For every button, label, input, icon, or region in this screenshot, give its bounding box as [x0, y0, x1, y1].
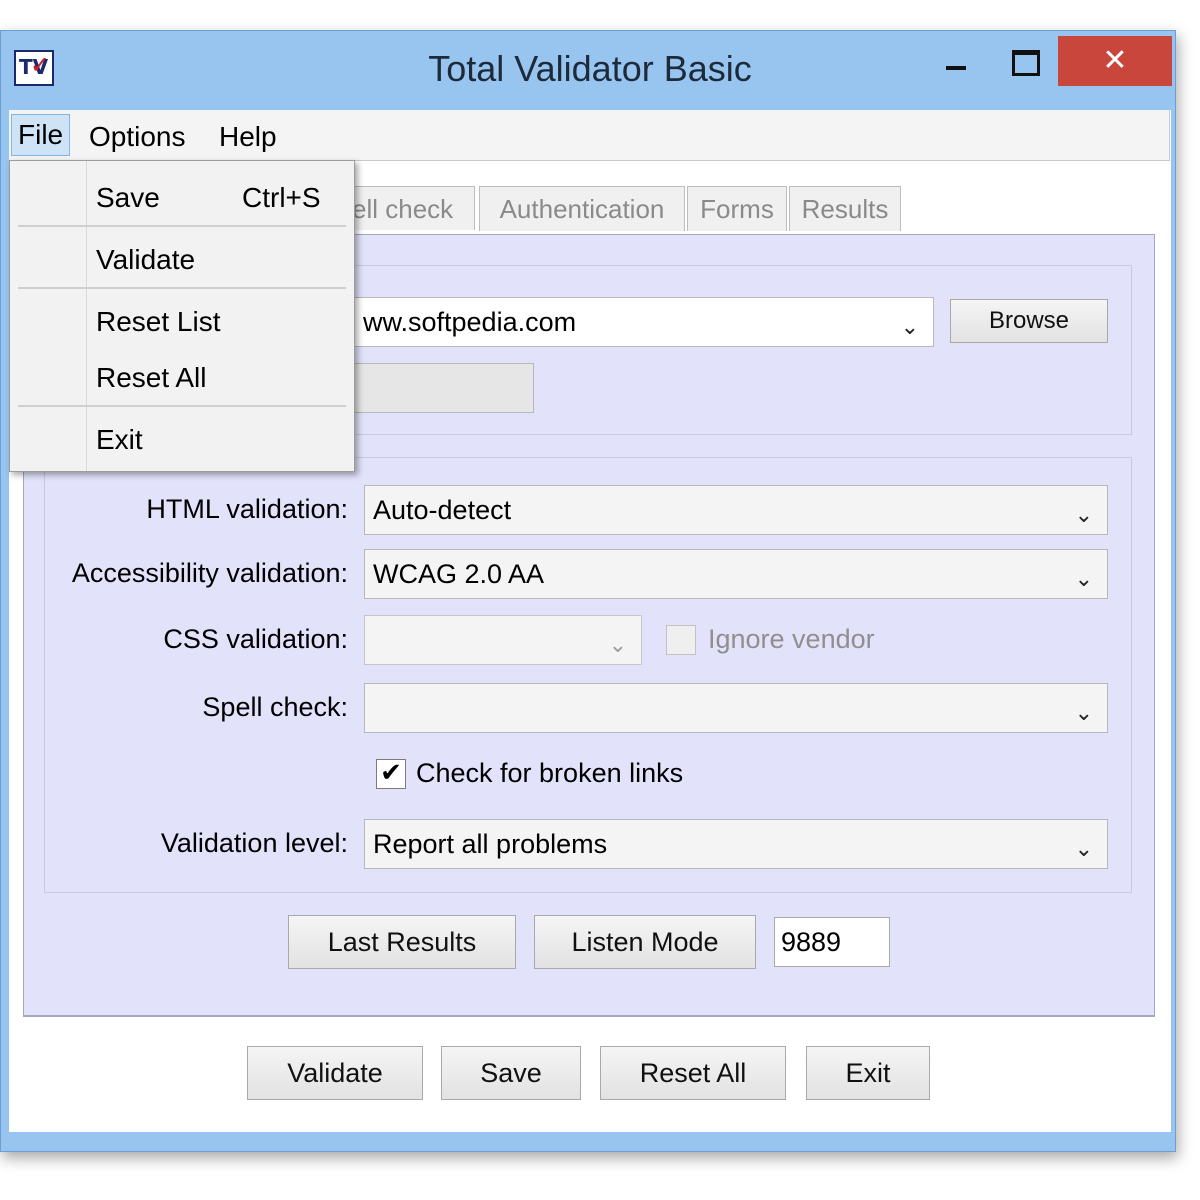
menu-item-label: Exit	[96, 424, 143, 455]
maximize-button[interactable]	[994, 36, 1054, 86]
broken-links-label: Check for broken links	[416, 758, 684, 788]
tab-forms[interactable]: Forms	[687, 186, 787, 231]
accessibility-validation-label: Accessibility validation:	[71, 558, 348, 588]
menu-item-shortcut: Ctrl+S	[242, 182, 321, 213]
menu-item-reset-all[interactable]: Reset All	[10, 353, 354, 403]
menu-item-label: Save	[96, 182, 160, 213]
validation-level-select[interactable]: Report all problems ⌄	[364, 819, 1108, 869]
secondary-field[interactable]	[354, 363, 534, 413]
chevron-down-icon: ⌄	[1074, 567, 1093, 592]
menu-item-label: Reset All	[96, 362, 207, 393]
ignore-vendor-label: Ignore vendor	[708, 624, 875, 654]
tab-spell-check[interactable]: ell check	[343, 186, 475, 230]
accessibility-validation-value: WCAG 2.0 AA	[373, 559, 545, 589]
menu-item-save[interactable]: Save Ctrl+S	[10, 173, 354, 223]
validation-level-label: Validation level:	[160, 828, 348, 858]
validation-level-value: Report all problems	[373, 829, 608, 859]
broken-links-checkbox[interactable]: ✔	[376, 759, 406, 789]
listen-mode-button[interactable]: Listen Mode	[534, 915, 756, 969]
chevron-down-icon: ⌄	[608, 633, 627, 658]
css-validation-label: CSS validation:	[163, 624, 348, 654]
maximize-icon	[1012, 50, 1040, 76]
menu-help[interactable]: Help	[213, 118, 283, 156]
reset-all-button[interactable]: Reset All	[600, 1046, 786, 1100]
tab-authentication[interactable]: Authentication	[479, 186, 685, 231]
validate-button[interactable]: Validate	[247, 1046, 423, 1100]
chevron-down-icon: ⌄	[1074, 503, 1093, 528]
browse-button[interactable]: Browse	[950, 299, 1108, 343]
menu-item-label: Validate	[96, 244, 196, 275]
chevron-down-icon: ⌄	[1074, 837, 1093, 862]
html-validation-value: Auto-detect	[373, 495, 512, 525]
check-icon: ✔	[380, 758, 402, 788]
html-validation-select[interactable]: Auto-detect ⌄	[364, 485, 1108, 535]
spell-check-label: Spell check:	[202, 692, 348, 722]
chevron-down-icon: ⌄	[1074, 701, 1093, 726]
tab-results[interactable]: Results	[789, 186, 901, 231]
menu-file[interactable]: File	[11, 114, 71, 156]
html-validation-label: HTML validation:	[146, 494, 348, 524]
menu-item-exit[interactable]: Exit	[10, 415, 354, 465]
last-results-button[interactable]: Last Results	[288, 915, 516, 969]
chevron-down-icon: ⌄	[900, 315, 919, 340]
exit-button[interactable]: Exit	[806, 1046, 930, 1100]
close-button[interactable]: ✕	[1058, 36, 1172, 86]
menu-item-validate[interactable]: Validate	[10, 235, 354, 285]
spell-check-select[interactable]: ⌄	[364, 683, 1108, 733]
menu-options[interactable]: Options	[83, 118, 192, 156]
menu-item-reset-list[interactable]: Reset List	[10, 297, 354, 347]
save-button[interactable]: Save	[441, 1046, 581, 1100]
close-icon: ✕	[1102, 44, 1128, 77]
menu-item-label: Reset List	[96, 306, 221, 337]
accessibility-validation-select[interactable]: WCAG 2.0 AA ⌄	[364, 549, 1108, 599]
file-menu-dropdown: Save Ctrl+S Validate Reset List Reset Al…	[9, 160, 355, 472]
port-input[interactable]: 9889	[774, 917, 890, 967]
css-validation-select[interactable]: ⌄	[364, 615, 642, 665]
menu-separator	[18, 225, 346, 227]
minimize-icon	[946, 66, 966, 70]
menu-separator	[18, 405, 346, 407]
menu-bar: File Options Help	[9, 110, 1170, 161]
url-value: ww.softpedia.com	[363, 307, 577, 337]
ignore-vendor-checkbox[interactable]	[666, 625, 696, 655]
menu-separator	[18, 287, 346, 289]
url-combo[interactable]: ww.softpedia.com ⌄	[354, 297, 934, 347]
minimize-button[interactable]	[926, 36, 986, 86]
